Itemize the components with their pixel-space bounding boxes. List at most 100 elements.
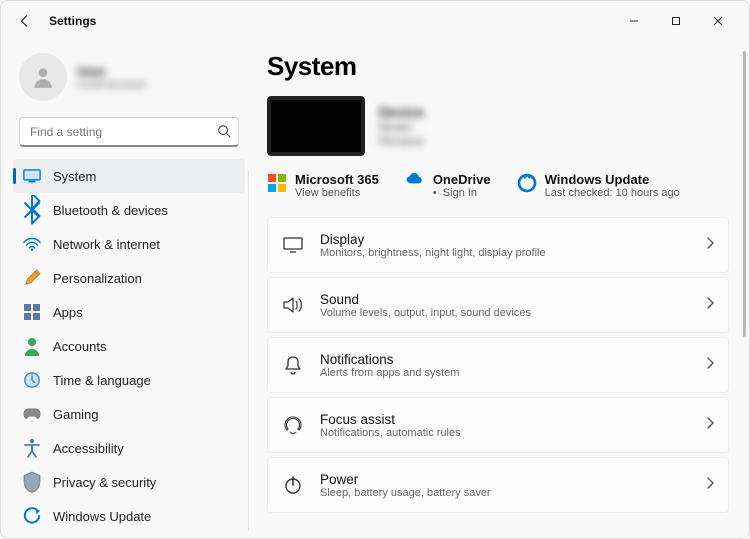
update-icon xyxy=(517,173,537,193)
device-model: Model xyxy=(379,120,424,134)
sidebar-item-time[interactable]: Time & language xyxy=(13,363,245,397)
display-icon xyxy=(282,237,304,253)
power-icon xyxy=(282,475,304,495)
titlebar: Settings xyxy=(1,1,749,41)
sidebar-item-bluetooth[interactable]: Bluetooth & devices xyxy=(13,193,245,227)
scrollbar-thumb[interactable] xyxy=(743,51,746,337)
card-subtitle: Alerts from apps and system xyxy=(320,367,706,379)
card-title: Sound xyxy=(320,292,706,307)
close-icon xyxy=(713,16,723,26)
service-subtext: • Sign In xyxy=(433,187,491,199)
time-icon xyxy=(23,371,41,389)
window-title: Settings xyxy=(49,14,96,28)
chevron-right-icon xyxy=(706,416,714,434)
chevron-right-icon xyxy=(706,296,714,314)
sidebar-item-label: Accounts xyxy=(53,339,106,354)
device-name: Device xyxy=(379,104,424,120)
card-subtitle: Volume levels, output, input, sound devi… xyxy=(320,307,706,319)
page-title: System xyxy=(267,51,729,82)
sidebar-item-network[interactable]: Network & internet xyxy=(13,227,245,261)
content-pane: System Device Model Rename Microsoft 365… xyxy=(249,41,749,538)
maximize-icon xyxy=(671,16,681,26)
chevron-right-icon xyxy=(706,476,714,494)
microsoft-icon xyxy=(267,173,287,193)
minimize-button[interactable] xyxy=(613,7,655,35)
back-button[interactable] xyxy=(11,7,39,35)
device-info[interactable]: Device Model Rename xyxy=(267,96,729,156)
card-subtitle: Sleep, battery usage, battery saver xyxy=(320,487,706,499)
user-profile[interactable]: User Local Account xyxy=(13,49,245,109)
accessibility-icon xyxy=(23,439,41,457)
sidebar-item-label: Network & internet xyxy=(53,237,160,252)
apps-icon xyxy=(23,303,41,321)
service-windows-update[interactable]: Windows Update Last checked: 10 hours ag… xyxy=(517,172,680,199)
system-icon xyxy=(23,167,41,185)
sidebar-item-label: Privacy & security xyxy=(53,475,156,490)
search-container xyxy=(19,117,239,147)
personalization-icon xyxy=(23,269,41,287)
sidebar-item-privacy[interactable]: Privacy & security xyxy=(13,465,245,499)
chevron-right-icon xyxy=(706,356,714,374)
sidebar-item-label: Bluetooth & devices xyxy=(53,203,168,218)
nav-list: System Bluetooth & devices Network & inter… xyxy=(13,159,245,530)
privacy-icon xyxy=(23,473,41,491)
cards-list: DisplayMonitors, brightness, night light… xyxy=(267,217,729,513)
bluetooth-icon xyxy=(23,201,41,219)
person-icon xyxy=(30,64,56,90)
vertical-scrollbar[interactable] xyxy=(743,51,746,528)
arrow-left-icon xyxy=(18,14,32,28)
sidebar-item-label: Apps xyxy=(53,305,83,320)
sidebar-item-label: Accessibility xyxy=(53,441,124,456)
sidebar-item-label: Personalization xyxy=(53,271,142,286)
windowsupdate-icon xyxy=(23,507,41,525)
sidebar-item-accounts[interactable]: Accounts xyxy=(13,329,245,363)
sidebar-item-gaming[interactable]: Gaming xyxy=(13,397,245,431)
accounts-icon xyxy=(23,337,41,355)
search-input[interactable] xyxy=(19,117,239,147)
service-subtext: Last checked: 10 hours ago xyxy=(545,187,680,199)
service-title: OneDrive xyxy=(433,172,491,187)
sidebar-item-system[interactable]: System xyxy=(13,159,245,193)
avatar xyxy=(19,53,67,101)
gaming-icon xyxy=(23,405,41,423)
sidebar-item-label: Windows Update xyxy=(53,509,151,524)
device-rename: Rename xyxy=(379,134,424,148)
close-button[interactable] xyxy=(697,7,739,35)
card-sound[interactable]: SoundVolume levels, output, input, sound… xyxy=(267,277,729,333)
onedrive-icon xyxy=(405,173,425,193)
sidebar-item-windowsupdate[interactable]: Windows Update xyxy=(13,499,245,530)
service-microsoft365[interactable]: Microsoft 365 View benefits xyxy=(267,172,379,199)
card-power[interactable]: PowerSleep, battery usage, battery saver xyxy=(267,457,729,513)
services-row: Microsoft 365 View benefits OneDrive • S… xyxy=(267,172,729,199)
chevron-right-icon xyxy=(706,236,714,254)
maximize-button[interactable] xyxy=(655,7,697,35)
sidebar-item-accessibility[interactable]: Accessibility xyxy=(13,431,245,465)
network-icon xyxy=(23,235,41,253)
card-title: Power xyxy=(320,472,706,487)
user-subtext: Local Account xyxy=(77,79,146,91)
user-name: User xyxy=(77,64,146,79)
focus-icon xyxy=(282,416,304,434)
card-title: Notifications xyxy=(320,352,706,367)
minimize-icon xyxy=(629,16,639,26)
search-icon xyxy=(217,124,231,143)
sidebar-item-apps[interactable]: Apps xyxy=(13,295,245,329)
card-title: Display xyxy=(320,232,706,247)
sidebar-item-label: System xyxy=(53,169,96,184)
sidebar-separator xyxy=(248,171,249,531)
device-thumbnail xyxy=(267,96,365,156)
service-onedrive[interactable]: OneDrive • Sign In xyxy=(405,172,491,199)
service-subtext: View benefits xyxy=(295,187,379,199)
notifications-icon xyxy=(282,355,304,375)
card-subtitle: Monitors, brightness, night light, displ… xyxy=(320,247,706,259)
service-title: Microsoft 365 xyxy=(295,172,379,187)
sound-icon xyxy=(282,296,304,314)
service-title: Windows Update xyxy=(545,172,680,187)
sidebar-item-label: Time & language xyxy=(53,373,151,388)
sidebar-item-label: Gaming xyxy=(53,407,99,422)
card-focus[interactable]: Focus assistNotifications, automatic rul… xyxy=(267,397,729,453)
card-title: Focus assist xyxy=(320,412,706,427)
card-notifications[interactable]: NotificationsAlerts from apps and system xyxy=(267,337,729,393)
card-display[interactable]: DisplayMonitors, brightness, night light… xyxy=(267,217,729,273)
sidebar-item-personalization[interactable]: Personalization xyxy=(13,261,245,295)
